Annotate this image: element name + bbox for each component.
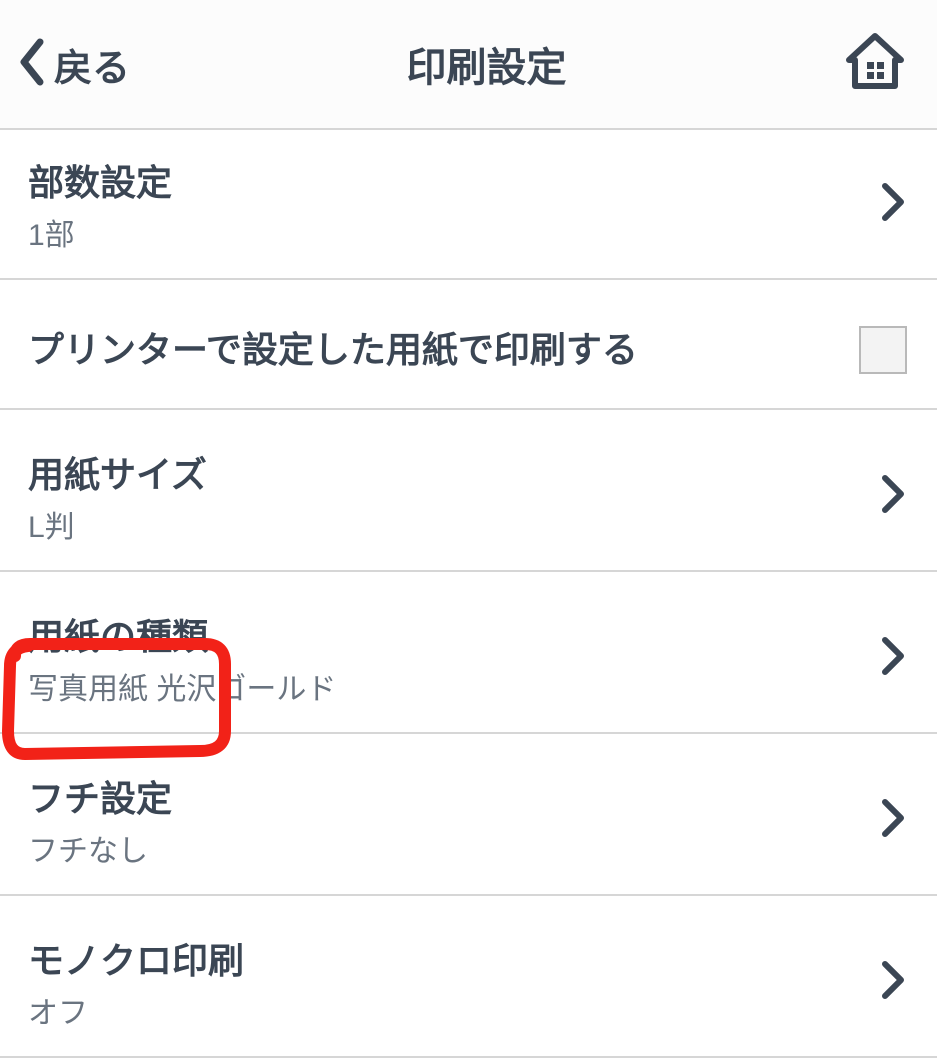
chevron-right-icon bbox=[879, 472, 907, 521]
row-paper-size-title: 用紙サイズ bbox=[28, 446, 207, 498]
row-paper-type-title: 用紙の種類 bbox=[28, 608, 336, 660]
row-monochrome-value: オフ bbox=[28, 988, 244, 1032]
row-copies-title: 部数設定 bbox=[28, 154, 172, 206]
home-icon bbox=[843, 30, 907, 94]
row-printer-paper[interactable]: プリンターで設定した用紙で印刷する bbox=[0, 292, 937, 410]
row-paper-size[interactable]: 用紙サイズ L判 bbox=[0, 422, 937, 572]
chevron-right-icon bbox=[879, 796, 907, 845]
row-paper-type[interactable]: 用紙の種類 写真用紙 光沢ゴールド bbox=[0, 584, 937, 734]
row-printer-paper-title: プリンターで設定した用紙で印刷する bbox=[28, 328, 638, 371]
row-copies-value: 1部 bbox=[28, 210, 172, 254]
chevron-left-icon bbox=[12, 34, 52, 95]
row-monochrome-title: モノクロ印刷 bbox=[28, 932, 244, 984]
row-monochrome[interactable]: モノクロ印刷 オフ bbox=[0, 908, 937, 1058]
row-border-title: フチ設定 bbox=[28, 770, 172, 822]
home-button[interactable] bbox=[843, 30, 907, 99]
printer-paper-checkbox[interactable] bbox=[859, 326, 907, 374]
chevron-right-icon bbox=[879, 958, 907, 1007]
header: 戻る 印刷設定 bbox=[0, 0, 937, 130]
back-button[interactable]: 戻る bbox=[12, 34, 130, 95]
page-title: 印刷設定 bbox=[407, 35, 567, 93]
row-copies[interactable]: 部数設定 1部 bbox=[0, 130, 937, 280]
row-border-value: フチなし bbox=[28, 826, 172, 870]
chevron-right-icon bbox=[879, 180, 907, 229]
row-border[interactable]: フチ設定 フチなし bbox=[0, 746, 937, 896]
row-paper-type-value: 写真用紙 光沢ゴールド bbox=[28, 664, 336, 708]
row-paper-size-value: L判 bbox=[28, 502, 207, 546]
chevron-right-icon bbox=[879, 634, 907, 683]
settings-list: 部数設定 1部 プリンターで設定した用紙で印刷する 用紙サイズ L判 bbox=[0, 130, 937, 1058]
back-label: 戻る bbox=[54, 37, 130, 92]
